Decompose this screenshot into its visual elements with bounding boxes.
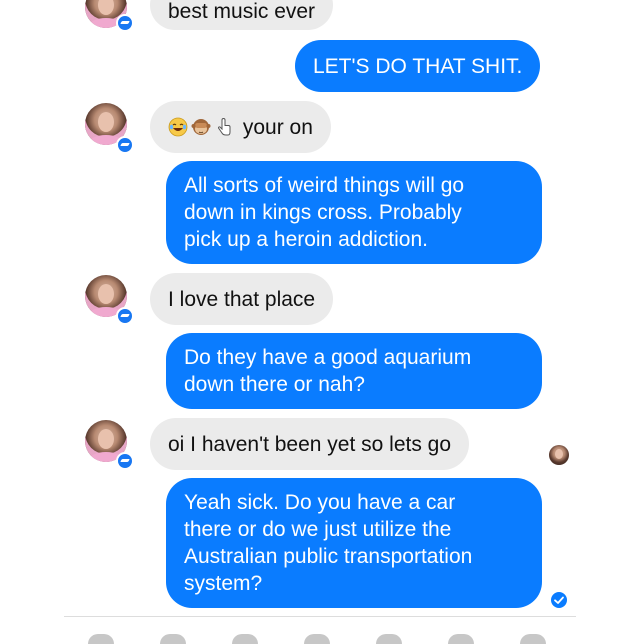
composer-icon[interactable]	[160, 634, 186, 644]
composer-icon[interactable]	[376, 634, 402, 644]
message-text: I love that place	[168, 288, 316, 311]
message-text: oi I haven't been yet so lets go	[168, 433, 452, 456]
message-bubble-outgoing[interactable]: All sorts of weird things will go down i…	[166, 161, 542, 264]
message-line: Do they have a good aquarium	[184, 346, 472, 369]
message-line: system?	[184, 572, 263, 595]
message-line: Australian public transportation	[184, 545, 473, 568]
message-bubble-incoming[interactable]: I love that place	[150, 273, 334, 325]
avatar-face	[98, 284, 114, 304]
message-bubble-outgoing[interactable]: Yeah sick. Do you have a car there or do…	[166, 478, 542, 608]
composer-icon[interactable]	[232, 634, 258, 644]
message-line: All sorts of weird things will go	[184, 174, 465, 197]
message-bubble-outgoing[interactable]: Do they have a good aquarium down there …	[166, 333, 542, 409]
right-margin	[576, 0, 640, 640]
pointing-hand-emoji	[217, 117, 231, 136]
message-line: Yeah sick. Do you have a car	[184, 491, 456, 514]
message-line: down in kings cross. Probably	[184, 201, 462, 224]
laughing-tears-emoji	[168, 117, 188, 137]
composer-icon[interactable]	[304, 634, 330, 644]
composer-icon[interactable]	[448, 634, 474, 644]
composer-icon[interactable]	[520, 634, 546, 644]
avatar-face	[98, 0, 114, 15]
message-line: there or do we just utilize the	[184, 518, 452, 541]
messenger-badge-icon	[116, 452, 134, 470]
composer-icon[interactable]	[88, 634, 114, 644]
message-line: down there or nah?	[184, 373, 365, 396]
message-bubble-incoming[interactable]: best music ever	[150, 0, 334, 30]
message-text: your on	[242, 116, 313, 139]
message-bubble-outgoing[interactable]: LET'S DO THAT SHIT.	[295, 40, 541, 92]
composer-toolbar	[64, 628, 576, 644]
avatar-face	[98, 429, 114, 449]
message-bubble-incoming[interactable]: your on	[150, 101, 331, 153]
composer-divider	[64, 616, 576, 617]
see-no-evil-monkey-emoji	[191, 119, 211, 135]
delivered-check-icon	[551, 592, 567, 608]
read-receipt-avatar	[549, 445, 569, 465]
messenger-badge-icon	[116, 307, 134, 325]
message-text: LET'S DO THAT SHIT.	[313, 55, 523, 78]
avatar-face	[98, 112, 114, 132]
left-margin	[0, 0, 64, 640]
message-line: pick up a heroin addiction.	[184, 228, 428, 251]
message-bubble-incoming[interactable]: oi I haven't been yet so lets go	[150, 418, 470, 470]
avatar-face	[555, 449, 563, 459]
messenger-badge-icon	[116, 14, 134, 32]
message-text: best music ever	[168, 0, 316, 23]
messenger-badge-icon	[116, 136, 134, 154]
